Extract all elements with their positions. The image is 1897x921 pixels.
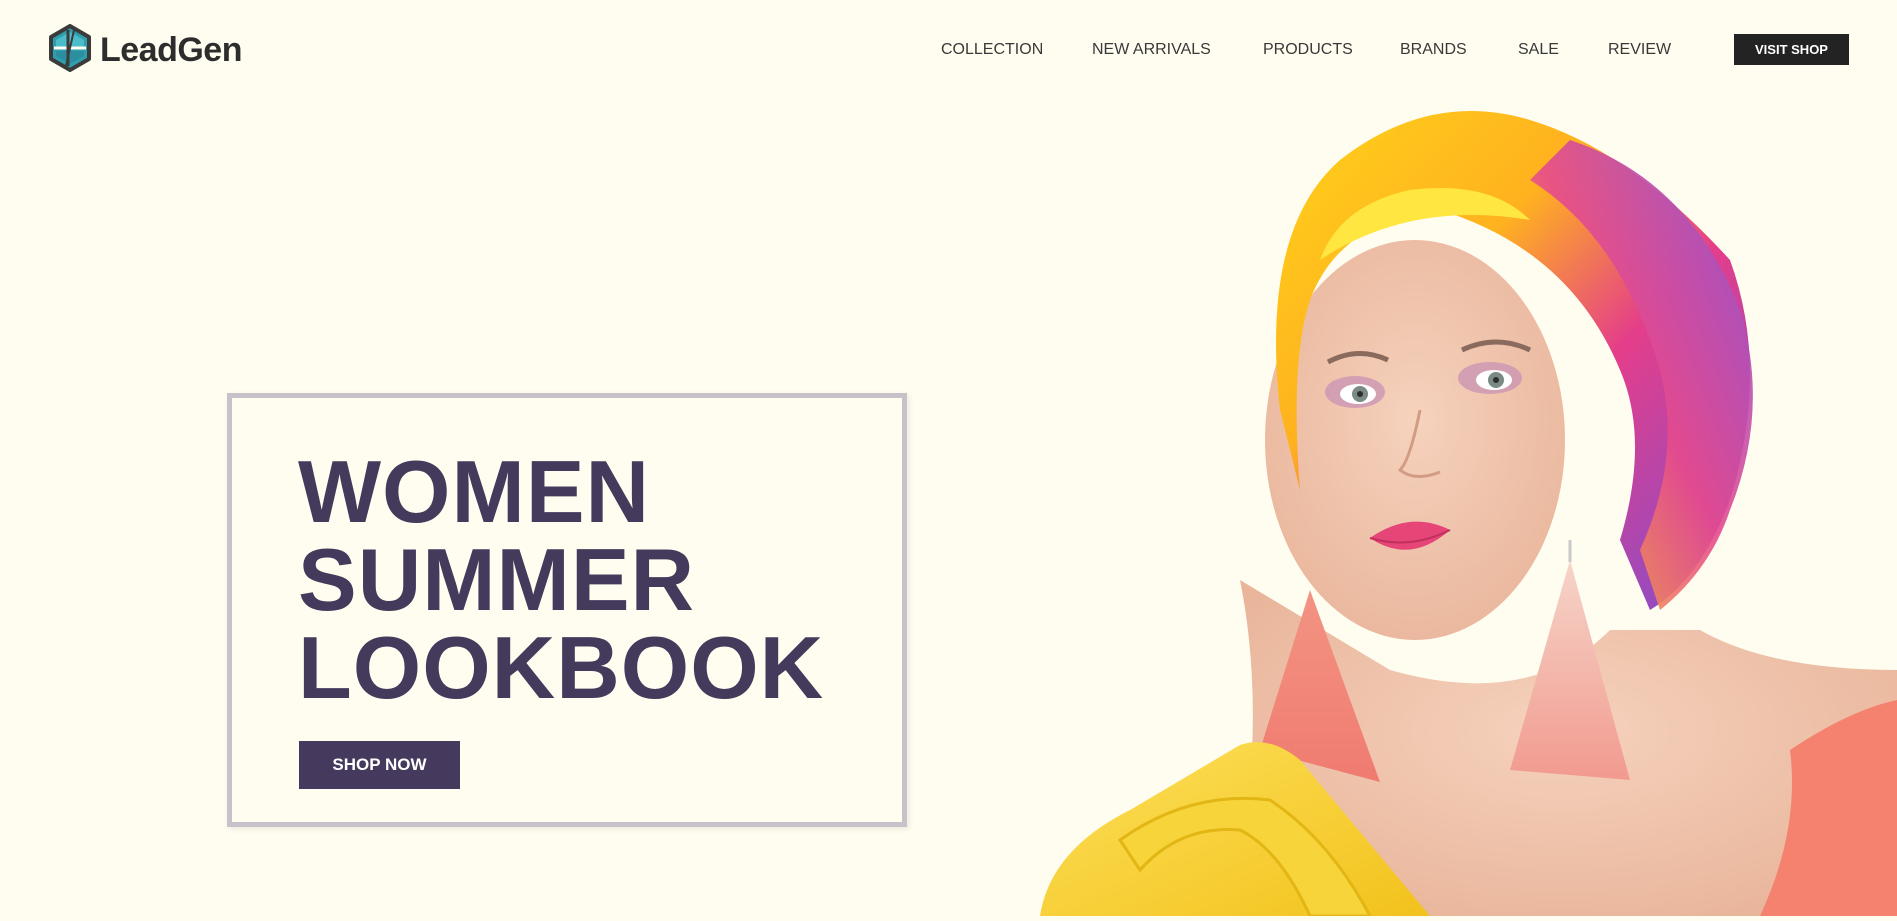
- nav-item-review[interactable]: REVIEW: [1608, 41, 1671, 59]
- nav-item-sale[interactable]: SALE: [1518, 41, 1559, 59]
- brand-logo[interactable]: LeadGen: [48, 24, 242, 77]
- shop-now-button[interactable]: SHOP NOW: [299, 741, 460, 789]
- hero-title: WOMEN SUMMER LOOKBOOK: [298, 448, 824, 712]
- brand-name: LeadGen: [100, 31, 242, 69]
- nav-item-collection[interactable]: COLLECTION: [941, 41, 1043, 59]
- nav-item-brands[interactable]: BRANDS: [1400, 41, 1467, 59]
- hexagon-logo-icon: [48, 24, 92, 77]
- nav-item-new-arrivals[interactable]: NEW ARRIVALS: [1092, 41, 1211, 59]
- hero-title-line: WOMEN: [298, 442, 651, 541]
- hero-title-line: LOOKBOOK: [298, 618, 825, 717]
- visit-shop-button[interactable]: VISIT SHOP: [1734, 34, 1849, 65]
- nav-item-products[interactable]: PRODUCTS: [1263, 41, 1353, 59]
- hero-image: [1010, 110, 1897, 918]
- hero-title-line: SUMMER: [298, 530, 696, 629]
